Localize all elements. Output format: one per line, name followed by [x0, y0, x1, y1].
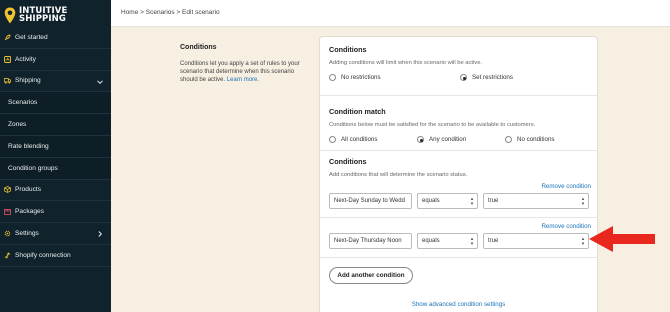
condition-operator-select[interactable]: equals ▴ ▾: [417, 233, 478, 249]
sidebar-item-condition-groups[interactable]: Condition groups: [0, 157, 111, 180]
gear-icon: [4, 230, 11, 237]
remove-condition-link[interactable]: Remove condition: [541, 223, 591, 230]
sidebar-item-label: Products: [15, 186, 42, 194]
condition-field-select[interactable]: Next-Day Sunday to Wedd: [329, 193, 412, 209]
chevron-right-icon: [98, 231, 103, 238]
select-caret-icon: ▴ ▾: [470, 236, 474, 247]
radio-dot: [329, 136, 336, 143]
select-value: Next-Day Sunday to Wedd: [334, 198, 405, 204]
sidebar-item-label: Activity: [15, 55, 36, 63]
package-icon: [4, 208, 11, 216]
learn-more-link[interactable]: Learn more.: [227, 77, 259, 83]
advanced-settings-link[interactable]: Show advanced condition settings: [320, 301, 597, 308]
add-condition-button[interactable]: Add another condition: [329, 267, 413, 284]
box-icon: [4, 186, 11, 194]
section-divider: [320, 150, 597, 151]
row-divider: [320, 217, 597, 218]
condition-match-subtitle: Conditions below must be satisfied for t…: [329, 122, 536, 128]
top-bar: Home > Scenarios > Edit scenario: [111, 0, 670, 27]
sidebar-item-label: Shopify connection: [15, 251, 71, 259]
sidebar-item-get-started[interactable]: Get started: [0, 27, 111, 49]
sidebar-item-packages[interactable]: Packages: [0, 201, 111, 224]
radio-label: Any condition: [429, 136, 467, 143]
select-value: equals: [422, 198, 440, 204]
sidebar-item-label: Shipping: [15, 77, 41, 85]
chevron-down-icon: [97, 80, 103, 84]
sidebar-item-rate-blending[interactable]: Rate blending: [0, 135, 111, 158]
activity-icon: [4, 55, 11, 63]
radio-label: No conditions: [517, 136, 555, 143]
condition-match-section: Condition match Conditions below must be…: [329, 107, 588, 128]
radio-dot: [329, 74, 336, 81]
link-icon: [4, 252, 11, 259]
sidebar-nav: Get started Activity Shipping Scenarios …: [0, 27, 111, 267]
radio-no-restrictions[interactable]: No restrictions: [329, 74, 381, 81]
select-value: true: [488, 238, 499, 244]
select-caret-icon: ▴ ▾: [470, 196, 474, 207]
conditions-list-section: Conditions Add conditions that will dete…: [329, 157, 588, 178]
conditions-heading: Conditions: [329, 45, 367, 54]
radio-label: No restrictions: [341, 74, 381, 81]
sidebar-item-label: Scenarios: [8, 99, 38, 107]
radio-set-restrictions[interactable]: Set restrictions: [460, 74, 513, 81]
sidebar-item-label: Rate blending: [8, 142, 49, 150]
row-divider: [320, 257, 597, 258]
radio-any-condition[interactable]: Any condition: [417, 136, 466, 143]
red-arrow-annotation: [589, 226, 655, 252]
radio-label: All conditions: [341, 136, 378, 143]
truck-icon: [4, 77, 11, 85]
condition-operator-select[interactable]: equals ▴ ▾: [417, 193, 478, 209]
section-title: Conditions: [180, 44, 217, 51]
condition-value-select[interactable]: true ▴ ▾: [483, 233, 589, 249]
sidebar-item-products[interactable]: Products: [0, 180, 111, 202]
condition-row: Remove condition Next-Day Sunday to Wedd…: [329, 183, 591, 213]
sidebar-item-settings[interactable]: Settings: [0, 223, 111, 245]
sidebar-item-scenarios[interactable]: Scenarios: [0, 92, 111, 115]
select-caret-icon: ▴ ▾: [581, 196, 585, 207]
sidebar-item-label: Get started: [15, 33, 48, 41]
condition-row: Remove condition Next-Day Thursday Noon …: [329, 223, 591, 253]
select-caret-icon: ▴ ▾: [581, 236, 585, 247]
sidebar-item-shopify-connection[interactable]: Shopify connection: [0, 245, 111, 267]
sidebar-item-activity[interactable]: Activity: [0, 49, 111, 71]
sidebar-item-zones[interactable]: Zones: [0, 114, 111, 136]
sidebar-item-shipping[interactable]: Shipping: [0, 71, 111, 93]
rocket-icon: [4, 34, 11, 41]
remove-condition-link[interactable]: Remove condition: [541, 183, 591, 190]
select-value: Next-Day Thursday Noon: [334, 238, 402, 244]
section-divider: [320, 95, 597, 96]
condition-match-heading: Condition match: [329, 107, 386, 116]
sidebar-item-label: Condition groups: [8, 164, 58, 172]
breadcrumb: Home > Scenarios > Edit scenario: [121, 9, 220, 16]
arrow-shape: [589, 226, 655, 252]
radio-all-conditions[interactable]: All conditions: [329, 136, 377, 143]
section-description: Conditions let you apply a set of rules …: [180, 60, 300, 85]
conditions-section: Conditions Adding conditions will limit …: [329, 45, 588, 66]
condition-value-select[interactable]: true ▴ ▾: [483, 193, 589, 209]
brand-name-line2: SHIPPING: [19, 14, 66, 24]
conditions-list-subtitle: Add conditions that will determine the s…: [329, 172, 468, 178]
select-value: true: [488, 198, 499, 204]
select-value: equals: [422, 238, 440, 244]
sidebar-item-label: Settings: [15, 230, 39, 238]
location-pin-icon: [4, 7, 16, 23]
condition-field-select[interactable]: Next-Day Thursday Noon: [329, 233, 412, 249]
conditions-card: Conditions Adding conditions will limit …: [319, 36, 598, 312]
radio-dot-selected: [460, 74, 467, 81]
sidebar-item-label: Packages: [15, 208, 44, 216]
sidebar: INTUITIVE SHIPPING Get started Activity …: [0, 0, 111, 312]
brand-logo[interactable]: INTUITIVE SHIPPING: [4, 3, 67, 27]
radio-label: Set restrictions: [472, 74, 513, 81]
radio-no-conditions[interactable]: No conditions: [505, 136, 555, 143]
conditions-subtitle: Adding conditions will limit when this s…: [329, 60, 483, 66]
conditions-list-heading: Conditions: [329, 157, 367, 166]
radio-dot-selected: [417, 136, 424, 143]
sidebar-item-label: Zones: [8, 121, 27, 129]
radio-dot: [505, 136, 512, 143]
